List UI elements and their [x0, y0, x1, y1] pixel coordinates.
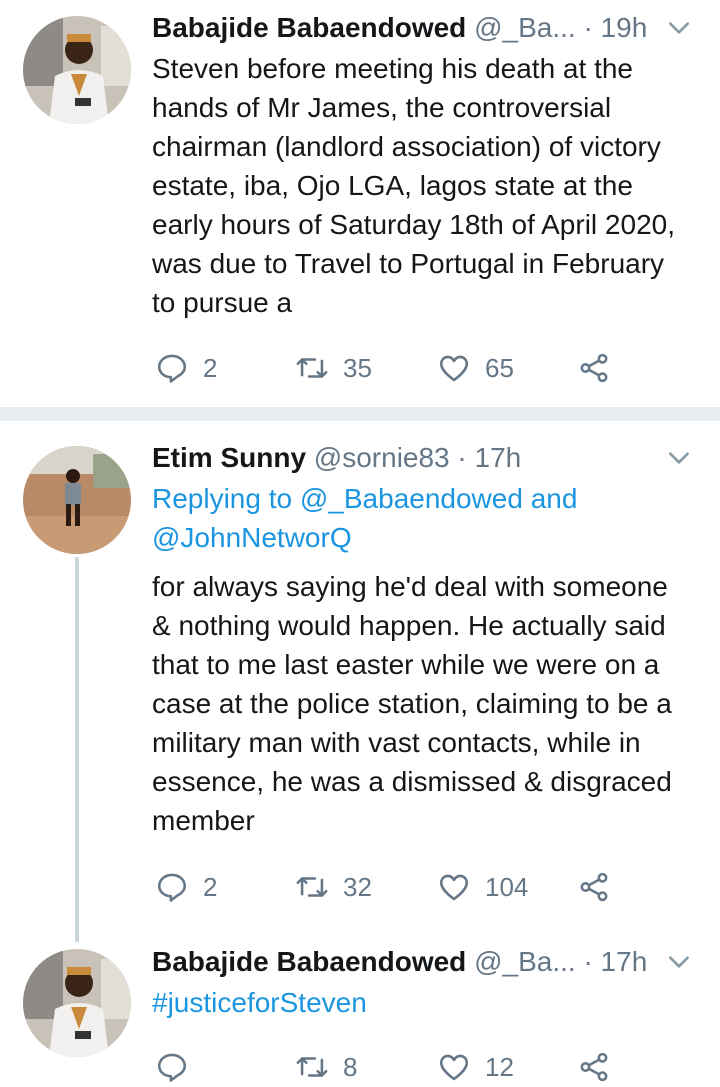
- share-icon: [580, 872, 608, 902]
- like-icon: [439, 1054, 469, 1081]
- share-button[interactable]: [577, 867, 625, 907]
- reply-icon: [157, 873, 187, 902]
- share-button[interactable]: [577, 348, 625, 388]
- like-button[interactable]: 104: [437, 867, 528, 907]
- like-count: 12: [485, 1051, 514, 1082]
- avatar[interactable]: [23, 16, 131, 124]
- like-button[interactable]: 65: [437, 348, 514, 388]
- tweet-text: for always saying he'd deal with someone…: [152, 571, 672, 836]
- hashtag-link[interactable]: #justiceforSteven: [152, 987, 367, 1018]
- replying-to-label: Replying to: [152, 483, 293, 514]
- retweet-icon: [296, 358, 328, 378]
- tweet-header: Babajide Babaendowed @_Ba... · 17h: [152, 945, 692, 979]
- tweet-text: Steven before meeting his death at the h…: [152, 53, 675, 318]
- like-count: 65: [485, 352, 514, 383]
- chevron-down-icon[interactable]: [666, 15, 692, 41]
- avatar[interactable]: [23, 949, 131, 1057]
- tweet-time[interactable]: · 17h: [457, 442, 521, 473]
- author-handle[interactable]: @sornie83: [314, 442, 450, 473]
- author-name[interactable]: Etim Sunny: [152, 442, 306, 473]
- retweet-count: 32: [343, 871, 372, 902]
- reply-count: 2: [203, 352, 218, 383]
- avatar[interactable]: [23, 446, 131, 554]
- reply-button[interactable]: 2: [155, 867, 217, 907]
- tweet-header: Etim Sunny @sornie83 · 17h: [152, 441, 692, 475]
- tweet-text: #justiceforSteven: [152, 983, 692, 1022]
- avatar-image: [23, 446, 131, 554]
- reply-count: 2: [203, 871, 218, 902]
- retweet-count: 8: [343, 1051, 358, 1082]
- replying-to: Replying to @_Babaendowed and @JohnNetwo…: [152, 479, 692, 557]
- like-icon: [439, 874, 469, 901]
- share-button[interactable]: [577, 1047, 625, 1087]
- tweet-actions: 8 12: [152, 1047, 622, 1087]
- tweet-header: Babajide Babaendowed @_Ba... · 19h: [152, 11, 692, 45]
- author-handle[interactable]: @_Ba...: [474, 12, 576, 43]
- share-icon: [580, 353, 608, 383]
- thread-connector: [75, 557, 79, 942]
- author-name[interactable]: Babajide Babaendowed: [152, 12, 466, 43]
- share-icon: [580, 1052, 608, 1082]
- chevron-down-icon[interactable]: [666, 445, 692, 471]
- reply-button[interactable]: 2: [155, 348, 217, 388]
- tweet-3[interactable]: Babajide Babaendowed @_Ba... · 17h #just…: [0, 941, 720, 1082]
- retweet-button[interactable]: 32: [295, 867, 372, 907]
- retweet-button[interactable]: 8: [295, 1047, 357, 1087]
- separator: [0, 407, 720, 421]
- retweet-button[interactable]: 35: [295, 348, 372, 388]
- avatar-image: [23, 949, 131, 1057]
- tweet-actions: 2 35 65: [152, 348, 622, 388]
- like-icon: [439, 355, 469, 382]
- avatar-image: [23, 16, 131, 124]
- tweet-time[interactable]: · 17h: [583, 946, 647, 977]
- retweet-count: 35: [343, 352, 372, 383]
- reply-button[interactable]: [155, 1047, 203, 1087]
- like-button[interactable]: 12: [437, 1047, 514, 1087]
- reply-icon: [157, 1053, 187, 1082]
- reply-icon: [157, 354, 187, 383]
- tweet-2[interactable]: Etim Sunny @sornie83 · 17h Replying to @…: [0, 421, 720, 941]
- retweet-icon: [296, 1057, 328, 1077]
- tweet-actions: 2 32 104: [152, 867, 622, 907]
- chevron-down-icon[interactable]: [666, 949, 692, 975]
- author-handle[interactable]: @_Ba...: [474, 946, 576, 977]
- tweet-time[interactable]: · 19h: [583, 12, 647, 43]
- tweet-1[interactable]: Babajide Babaendowed @_Ba... · 19h Steve…: [0, 0, 720, 407]
- author-name[interactable]: Babajide Babaendowed: [152, 946, 466, 977]
- retweet-icon: [296, 877, 328, 897]
- like-count: 104: [485, 871, 529, 902]
